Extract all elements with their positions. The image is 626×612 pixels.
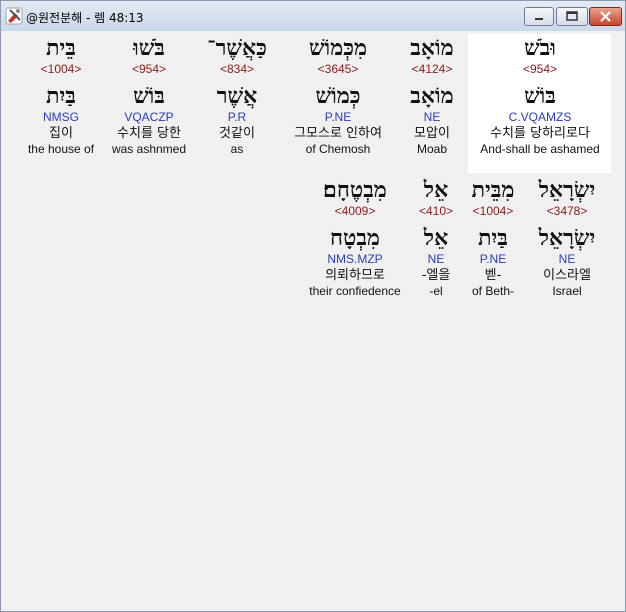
strong-number[interactable]: <1004> [15,61,107,77]
hebrew-lemma: בּוֹשׁ [133,83,165,109]
morphology-code: NMS.MZP [327,252,383,266]
strong-number[interactable]: <4009> [303,203,407,219]
english-gloss: Moab [416,142,448,156]
hebrew-word: מִכְּמוֹשׁ [308,35,368,61]
strong-number[interactable]: <1004> [465,203,521,219]
word-cell[interactable]: אֵל <410> אֵל NE -엘을 -el [411,177,461,299]
hebrew-word: בֵּית [46,35,76,61]
morphology-code: P.NE [324,110,352,124]
strong-number[interactable]: <410> [411,203,461,219]
korean-gloss: 집이 [49,126,73,141]
window-title: @원전분해 - 렘 48:13 [26,11,144,25]
hebrew-lemma: אֵל [423,225,449,251]
hebrew-lemma: יִשְׂרָאֵל [538,225,596,251]
korean-gloss: 의뢰하므로 [325,268,385,283]
word-cell[interactable]: מוֹאָב <4124> מוֹאָב NE 모압이 Moab [401,35,463,157]
word-cell[interactable]: כַּאֲשֶׁר־ <834> אֲשֶׁר P.R 것같이 as [195,35,279,157]
strong-number[interactable]: <4124> [401,61,463,77]
hebrew-word: כַּאֲשֶׁר־ [207,35,267,61]
morphology-code: NMSG [43,110,79,124]
strong-number[interactable]: <954> [105,61,193,77]
app-tools-icon[interactable] [5,7,23,25]
strong-number[interactable]: <834> [195,61,279,77]
morphology-code: P.NE [479,252,507,266]
english-gloss: of Chemosh [305,142,371,156]
word-cell[interactable]: מִבֵּית <1004> בַּיִת P.NE 벧- of Beth- [465,177,521,299]
hebrew-lemma: בַּיִת [478,225,508,251]
word-cell-selected[interactable]: וּבֹשׁ <954> בּוֹשׁ C.VQAMZS 수치를 당하리로다 A… [470,35,610,157]
word-cell[interactable]: יִשְׂרָאֵל <3478> יִשְׂרָאֵל NE 이스라엘 Isr… [525,177,609,299]
morphology-code: P.R [227,110,247,124]
morphology-code: C.VQAMZS [508,110,572,124]
maximize-button[interactable] [556,7,588,26]
korean-gloss: 것같이 [219,126,255,141]
strong-number[interactable]: <954> [470,61,610,77]
korean-gloss: 수치를 당하리로다 [490,126,590,141]
word-cell[interactable]: בֵּית <1004> בַּיִת NMSG 집이 the house of [15,35,107,157]
english-gloss: their confiedence [309,284,401,298]
hebrew-lemma: מוֹאָב [410,83,454,109]
hebrew-lemma: אֲשֶׁר [216,83,258,109]
hebrew-word: וּבֹשׁ [524,35,556,61]
korean-gloss: 수치를 당한 [117,126,181,141]
hebrew-word: מוֹאָב [410,35,454,61]
strong-number[interactable]: <3645> [281,61,395,77]
hebrew-word: מִבְטֶחָם׃ [323,177,387,203]
korean-gloss: 모압이 [414,126,450,141]
english-gloss: -el [429,284,443,298]
strong-number[interactable]: <3478> [525,203,609,219]
english-gloss: Israel [552,284,582,298]
english-gloss: as [230,142,244,156]
english-gloss: was ashnmed [111,142,187,156]
app-window: @원전분해 - 렘 48:13 בֵּית <1004> בַּיִת NMSG… [0,0,626,612]
hebrew-lemma: כְּמוֹשׁ [315,83,361,109]
title-bar[interactable]: @원전분해 - 렘 48:13 [1,1,625,31]
morphology-code: VQACZP [124,110,174,124]
hebrew-lemma: בַּיִת [46,83,76,109]
hebrew-word: יִשְׂרָאֵל [538,177,596,203]
word-cell[interactable]: מִבְטֶחָם׃ <4009> מִבְטָח NMS.MZP 의뢰하므로 … [303,177,407,299]
analysis-pane: בֵּית <1004> בַּיִת NMSG 집이 the house of… [9,33,617,605]
korean-gloss: -엘을 [421,268,451,283]
morphology-code: NE [427,252,445,266]
korean-gloss: 벧- [484,268,502,283]
word-cell[interactable]: בֹּשׁוּ <954> בּוֹשׁ VQACZP 수치를 당한 was a… [105,35,193,157]
morphology-code: NE [423,110,441,124]
hebrew-lemma: מִבְטָח [330,225,380,251]
english-gloss: the house of [27,142,95,156]
hebrew-word: מִבֵּית [471,177,515,203]
korean-gloss: 그모스로 인하여 [294,126,382,141]
hebrew-lemma: בּוֹשׁ [524,83,556,109]
hebrew-word: בֹּשׁוּ [133,35,165,61]
english-gloss: of Beth- [471,284,515,298]
close-button[interactable] [589,7,622,26]
english-gloss: And-shall be ashamed [480,142,600,156]
morphology-code: NE [558,252,576,266]
word-cell[interactable]: מִכְּמוֹשׁ <3645> כְּמוֹשׁ P.NE 그모스로 인하여… [281,35,395,157]
korean-gloss: 이스라엘 [543,268,591,283]
hebrew-word: אֵל [423,177,449,203]
minimize-button[interactable] [524,7,554,26]
